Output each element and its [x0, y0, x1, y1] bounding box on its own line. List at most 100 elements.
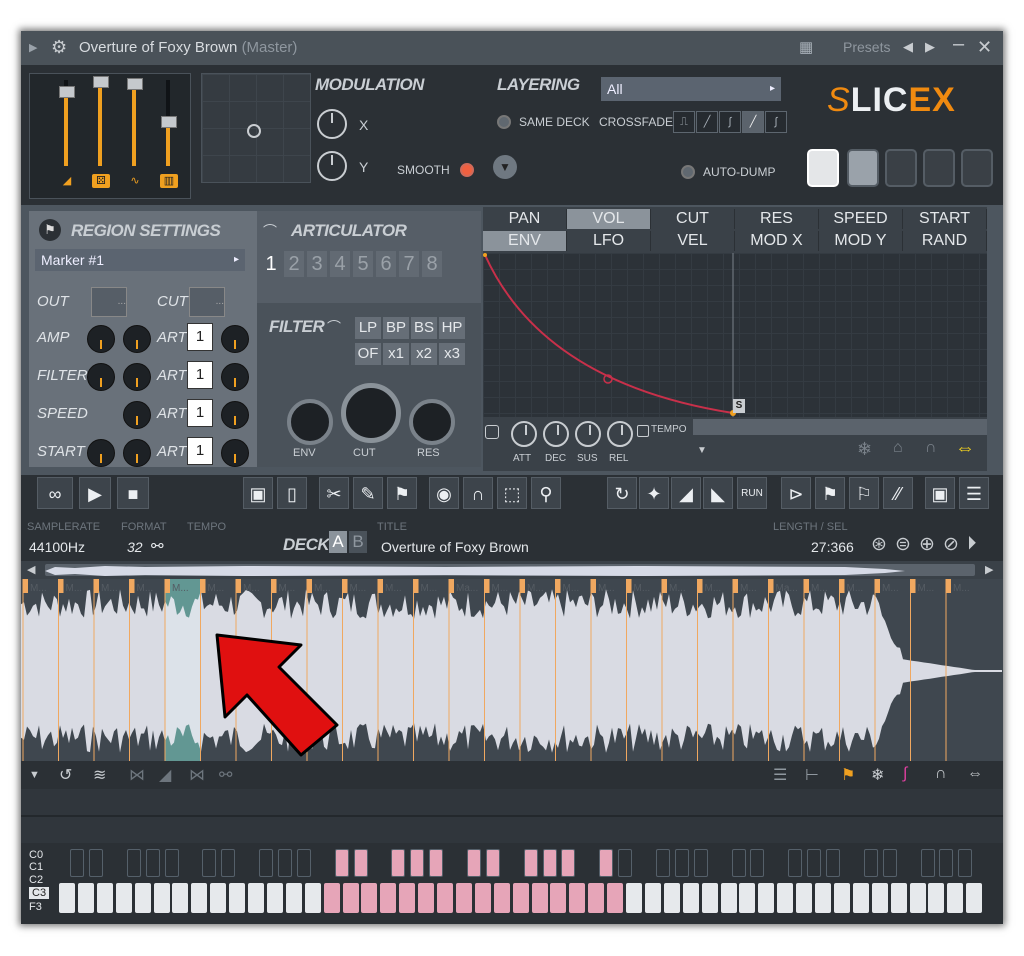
- collapse-arrow-icon[interactable]: ▶: [29, 41, 37, 54]
- white-key[interactable]: [342, 883, 359, 913]
- black-key[interactable]: [674, 849, 689, 877]
- black-key[interactable]: [788, 849, 803, 877]
- start-knob[interactable]: [87, 439, 115, 467]
- white-key[interactable]: [815, 883, 831, 913]
- filter-x1-button[interactable]: x1: [383, 343, 409, 365]
- att-knob[interactable]: [511, 421, 537, 447]
- tab-vol[interactable]: VOL: [567, 209, 651, 229]
- amp-art-amount-knob[interactable]: [221, 325, 249, 353]
- magnet-icon[interactable]: ∩: [463, 477, 493, 509]
- black-key[interactable]: [221, 849, 236, 877]
- black-key[interactable]: [750, 849, 765, 877]
- filter-art-number[interactable]: 1: [187, 361, 213, 389]
- fade-out-icon[interactable]: ◣: [703, 477, 733, 509]
- white-key[interactable]: [928, 883, 945, 913]
- white-key[interactable]: [455, 883, 472, 913]
- black-key[interactable]: [277, 849, 292, 877]
- slash-icon[interactable]: ⊘: [943, 533, 959, 556]
- articulator-7[interactable]: 7: [399, 251, 419, 277]
- black-key[interactable]: [561, 849, 576, 877]
- crossfade-curve-button[interactable]: ∫: [719, 111, 741, 133]
- slider-4[interactable]: [161, 80, 177, 166]
- waveform-view[interactable]: M... M... M... M... M... M... M... M... M... M...…: [21, 579, 1003, 761]
- split-icon[interactable]: ⋈: [129, 765, 145, 785]
- mod-y-knob[interactable]: [317, 151, 347, 181]
- envelope-enable-checkbox[interactable]: [485, 425, 499, 439]
- crossfade-scurve-button[interactable]: ∫: [765, 111, 787, 133]
- snowflake-icon[interactable]: ❄: [857, 439, 872, 460]
- white-key[interactable]: [852, 883, 869, 913]
- tempo-checkbox[interactable]: [637, 425, 649, 437]
- export-icon[interactable]: ▣: [925, 477, 955, 509]
- white-key[interactable]: [644, 883, 661, 913]
- view-2-button[interactable]: [885, 149, 917, 187]
- stretch-icon[interactable]: ⇔: [955, 437, 975, 460]
- white-key[interactable]: [59, 883, 75, 913]
- amp-art-knob[interactable]: [123, 325, 151, 353]
- filter-lp-button[interactable]: LP: [355, 317, 381, 339]
- crosshair-icon[interactable]: ⊕: [919, 533, 935, 556]
- marker-icon[interactable]: ⚑: [387, 477, 417, 509]
- white-key[interactable]: [229, 883, 246, 913]
- move-marker-icon[interactable]: ⚐: [849, 477, 879, 509]
- link-icon[interactable]: ⚯: [219, 765, 232, 785]
- white-key[interactable]: [115, 883, 132, 913]
- curve-icon[interactable]: ∫: [903, 765, 907, 783]
- amp-art-number[interactable]: 1: [187, 323, 213, 351]
- slider-1[interactable]: [59, 80, 75, 166]
- black-key[interactable]: [296, 849, 311, 877]
- white-key[interactable]: [796, 883, 813, 913]
- tab-env[interactable]: ENV: [483, 231, 567, 251]
- black-key[interactable]: [958, 849, 973, 877]
- scroll-right-icon[interactable]: ▶: [985, 563, 993, 576]
- tab-mod-x[interactable]: MOD X: [735, 231, 819, 251]
- white-key[interactable]: [701, 883, 718, 913]
- white-key[interactable]: [437, 883, 453, 913]
- white-key[interactable]: [607, 883, 624, 913]
- stretch-icon[interactable]: ⇔: [967, 765, 983, 783]
- filter-bs-button[interactable]: BS: [411, 317, 437, 339]
- out-box[interactable]: ...: [91, 287, 127, 317]
- white-key[interactable]: [626, 883, 642, 913]
- save-icon[interactable]: ▣: [243, 477, 273, 509]
- snowflake-icon[interactable]: ❄: [871, 765, 884, 785]
- white-key[interactable]: [266, 883, 283, 913]
- join-icon[interactable]: ⋈: [189, 765, 205, 785]
- white-key[interactable]: [399, 883, 416, 913]
- black-key[interactable]: [410, 849, 425, 877]
- white-key[interactable]: [248, 883, 264, 913]
- minimize-icon[interactable]: –: [953, 33, 964, 56]
- white-key[interactable]: [153, 883, 170, 913]
- amp-knob[interactable]: [87, 325, 115, 353]
- black-key[interactable]: [826, 849, 840, 877]
- black-key[interactable]: [863, 849, 878, 877]
- wrench-icon[interactable]: ✎: [353, 477, 383, 509]
- scissors-icon[interactable]: ✂: [319, 477, 349, 509]
- black-key[interactable]: [164, 849, 179, 877]
- envelope-scrollbar[interactable]: [693, 419, 987, 435]
- deck-b-button[interactable]: B: [349, 531, 367, 553]
- slider-2[interactable]: [93, 76, 109, 166]
- articulator-4[interactable]: 4: [330, 251, 350, 277]
- black-key[interactable]: [202, 849, 217, 877]
- black-key[interactable]: [920, 849, 935, 877]
- black-key[interactable]: [126, 849, 141, 877]
- black-key[interactable]: [259, 849, 273, 877]
- white-key[interactable]: [380, 883, 397, 913]
- start-art-knob[interactable]: [123, 439, 151, 467]
- preset-prev-icon[interactable]: ◀: [903, 39, 913, 55]
- black-key[interactable]: [807, 849, 822, 877]
- fan-icon[interactable]: ⊛: [871, 533, 887, 556]
- white-key[interactable]: [134, 883, 151, 913]
- black-key[interactable]: [334, 849, 349, 877]
- new-file-icon[interactable]: ▯: [277, 477, 307, 509]
- smooth-led[interactable]: [460, 163, 474, 177]
- align-icon[interactable]: ☰: [773, 765, 787, 785]
- black-key[interactable]: [485, 849, 500, 877]
- play-circle-icon[interactable]: ⏵: [967, 533, 977, 555]
- filter-x2-button[interactable]: x2: [411, 343, 437, 365]
- white-key[interactable]: [758, 883, 775, 913]
- filter-of-button[interactable]: OF: [355, 343, 381, 365]
- white-key[interactable]: [833, 883, 850, 913]
- black-key[interactable]: [655, 849, 670, 877]
